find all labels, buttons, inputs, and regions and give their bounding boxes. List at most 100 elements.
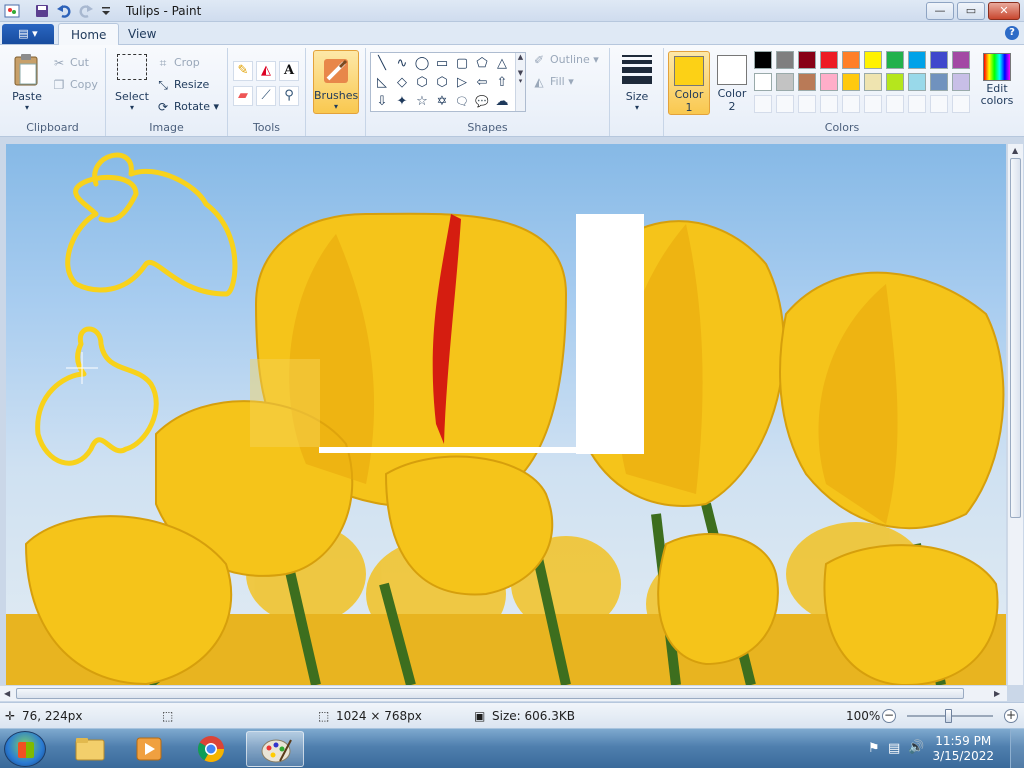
paste-button[interactable]: Paste ▾: [8, 52, 46, 112]
undo-icon[interactable]: [56, 3, 72, 19]
palette-color-swatch[interactable]: [864, 73, 882, 91]
zoom-out-button[interactable]: −: [882, 709, 896, 723]
oval-shape-icon[interactable]: ◯: [413, 55, 431, 73]
outline-button[interactable]: ✐ Outline ▾: [532, 53, 599, 67]
action-center-icon[interactable]: ⚑: [868, 741, 880, 756]
palette-color-swatch[interactable]: [776, 73, 794, 91]
zoom-in-button[interactable]: +: [1004, 709, 1018, 723]
scroll-left-icon[interactable]: ◀: [4, 689, 10, 698]
color2-button[interactable]: Color 2: [711, 51, 753, 115]
horizontal-scrollbar[interactable]: ◀ ▶: [0, 685, 1007, 701]
palette-color-swatch[interactable]: [886, 51, 904, 69]
taskbar-paint[interactable]: [246, 731, 304, 767]
paint-app-icon[interactable]: [4, 3, 20, 19]
cloud-callout-shape-icon[interactable]: ☁: [493, 93, 511, 111]
palette-color-swatch[interactable]: [886, 73, 904, 91]
triangle-shape-icon[interactable]: △: [493, 55, 511, 73]
palette-color-swatch[interactable]: [820, 51, 838, 69]
rounded-callout-shape-icon[interactable]: 🗨: [453, 93, 471, 111]
palette-color-swatch[interactable]: [908, 73, 926, 91]
fill-icon[interactable]: ◭: [256, 61, 276, 81]
crop-button[interactable]: ⌗ Crop: [156, 56, 200, 70]
size-dropdown-icon[interactable]: ▾: [616, 103, 658, 112]
drawing-canvas[interactable]: [6, 144, 1006, 685]
vertical-scrollbar[interactable]: ▲: [1007, 144, 1023, 685]
palette-empty-slot[interactable]: [776, 95, 794, 113]
left-arrow-shape-icon[interactable]: ⇦: [473, 74, 491, 92]
curve-shape-icon[interactable]: ∿: [393, 55, 411, 73]
pencil-icon[interactable]: ✎: [233, 61, 253, 81]
tab-home[interactable]: Home: [58, 23, 120, 45]
redo-icon[interactable]: [78, 3, 94, 19]
paste-dropdown-icon[interactable]: ▾: [8, 103, 46, 112]
cut-button[interactable]: ✂ Cut: [52, 56, 89, 70]
fill-button[interactable]: ◭ Fill ▾: [532, 75, 573, 89]
taskbar-media-player[interactable]: [120, 731, 178, 767]
palette-color-swatch[interactable]: [798, 73, 816, 91]
palette-color-swatch[interactable]: [930, 51, 948, 69]
hexagon-shape-icon[interactable]: ⬡: [433, 74, 451, 92]
eraser-icon[interactable]: ▰: [233, 86, 253, 106]
palette-empty-slot[interactable]: [886, 95, 904, 113]
clock[interactable]: 11:59 PM 3/15/2022: [932, 734, 994, 764]
zoom-slider-knob[interactable]: [945, 709, 952, 723]
line-shape-icon[interactable]: ╲: [373, 55, 391, 73]
shapes-scrollbar[interactable]: ▲ ▼ ▾: [515, 53, 525, 111]
palette-color-swatch[interactable]: [842, 73, 860, 91]
palette-color-swatch[interactable]: [754, 51, 772, 69]
select-dropdown-icon[interactable]: ▾: [112, 103, 152, 112]
save-icon[interactable]: [34, 3, 50, 19]
palette-empty-slot[interactable]: [930, 95, 948, 113]
horizontal-scroll-thumb[interactable]: [16, 688, 964, 699]
palette-color-swatch[interactable]: [952, 51, 970, 69]
palette-empty-slot[interactable]: [908, 95, 926, 113]
network-icon[interactable]: ▤: [888, 741, 900, 756]
brushes-button[interactable]: Brushes ▾: [313, 50, 359, 114]
palette-color-swatch[interactable]: [820, 73, 838, 91]
vertical-scroll-thumb[interactable]: [1010, 158, 1021, 518]
five-point-star-shape-icon[interactable]: ☆: [413, 93, 431, 111]
rectangle-shape-icon[interactable]: ▭: [433, 55, 451, 73]
palette-empty-slot[interactable]: [754, 95, 772, 113]
down-arrow-shape-icon[interactable]: ⇩: [373, 93, 391, 111]
palette-color-swatch[interactable]: [754, 73, 772, 91]
minimize-button[interactable]: —: [926, 2, 954, 20]
edit-colors-button[interactable]: Edit colors: [977, 53, 1017, 107]
select-button[interactable]: Select ▾: [112, 54, 152, 112]
palette-color-swatch[interactable]: [864, 51, 882, 69]
palette-empty-slot[interactable]: [842, 95, 860, 113]
taskbar-chrome[interactable]: [182, 731, 240, 767]
color1-button[interactable]: Color 1: [668, 51, 710, 115]
tab-view[interactable]: View: [116, 23, 168, 45]
right-arrow-shape-icon[interactable]: ▷: [453, 74, 471, 92]
diamond-shape-icon[interactable]: ◇: [393, 74, 411, 92]
text-icon[interactable]: A: [279, 61, 299, 81]
polygon-shape-icon[interactable]: ⬠: [473, 55, 491, 73]
taskbar-explorer[interactable]: [60, 731, 118, 767]
color-picker-icon[interactable]: ⟋: [256, 86, 276, 106]
customize-quick-access-icon[interactable]: [98, 3, 114, 19]
palette-color-swatch[interactable]: [930, 73, 948, 91]
maximize-button[interactable]: ▭: [957, 2, 985, 20]
palette-empty-slot[interactable]: [820, 95, 838, 113]
show-desktop-button[interactable]: [1010, 729, 1024, 768]
up-arrow-shape-icon[interactable]: ⇧: [493, 74, 511, 92]
rotate-button[interactable]: ⟳ Rotate ▾: [156, 100, 219, 114]
palette-color-swatch[interactable]: [798, 51, 816, 69]
zoom-slider[interactable]: [907, 709, 993, 723]
scroll-right-icon[interactable]: ▶: [994, 689, 1000, 698]
pentagon-shape-icon[interactable]: ⬡: [413, 74, 431, 92]
copy-button[interactable]: ❐ Copy: [52, 78, 98, 92]
close-button[interactable]: ✕: [988, 2, 1020, 20]
four-point-star-shape-icon[interactable]: ✦: [393, 93, 411, 111]
six-point-star-shape-icon[interactable]: ✡: [433, 93, 451, 111]
paint-menu-button[interactable]: ▤ ▾: [2, 24, 54, 44]
palette-empty-slot[interactable]: [798, 95, 816, 113]
palette-color-swatch[interactable]: [842, 51, 860, 69]
right-triangle-shape-icon[interactable]: ◺: [373, 74, 391, 92]
brushes-dropdown-icon[interactable]: ▾: [314, 102, 358, 111]
magnifier-icon[interactable]: ⚲: [279, 86, 299, 106]
palette-color-swatch[interactable]: [908, 51, 926, 69]
help-icon[interactable]: ?: [1005, 26, 1019, 40]
rounded-rectangle-shape-icon[interactable]: ▢: [453, 55, 471, 73]
